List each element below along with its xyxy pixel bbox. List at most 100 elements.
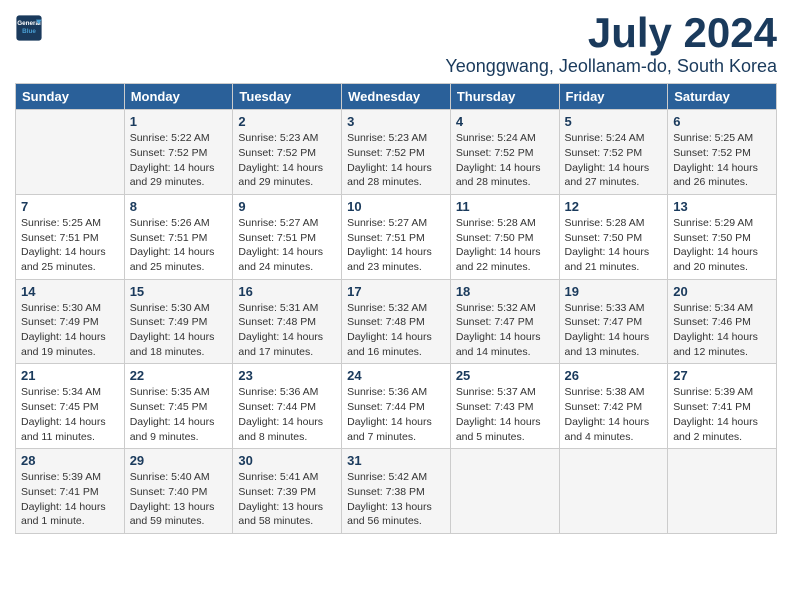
day-info: Sunrise: 5:37 AMSunset: 7:43 PMDaylight:… — [456, 385, 554, 444]
day-info: Sunrise: 5:41 AMSunset: 7:39 PMDaylight:… — [238, 470, 336, 529]
day-info: Sunrise: 5:22 AMSunset: 7:52 PMDaylight:… — [130, 131, 228, 190]
day-number: 9 — [238, 199, 336, 214]
day-info: Sunrise: 5:30 AMSunset: 7:49 PMDaylight:… — [130, 301, 228, 360]
calendar-cell: 25 Sunrise: 5:37 AMSunset: 7:43 PMDayligh… — [450, 364, 559, 449]
day-info: Sunrise: 5:28 AMSunset: 7:50 PMDaylight:… — [456, 216, 554, 275]
calendar-cell: 5Sunrise: 5:24 AMSunset: 7:52 PMDaylight… — [559, 110, 668, 195]
svg-text:Blue: Blue — [22, 28, 36, 35]
calendar-cell: 27Sunrise: 5:39 AMSunset: 7:41 PMDayligh… — [668, 364, 777, 449]
day-info: Sunrise: 5:30 AMSunset: 7:49 PMDaylight:… — [21, 301, 119, 360]
day-number: 4 — [456, 114, 554, 129]
day-number: 19 — [565, 284, 663, 299]
day-info: Sunrise: 5:38 AMSunset: 7:42 PMDaylight:… — [565, 385, 663, 444]
day-number: 23 — [238, 368, 336, 383]
day-number: 13 — [673, 199, 771, 214]
day-number: 12 — [565, 199, 663, 214]
calendar-cell: 23 Sunrise: 5:36 AMSunset: 7:44 PMDayligh… — [233, 364, 342, 449]
day-number: 21 — [21, 368, 119, 383]
day-info: Sunrise: 5:32 AMSunset: 7:48 PMDaylight:… — [347, 301, 445, 360]
day-number: 17 — [347, 284, 445, 299]
day-info: Sunrise: 5:33 AMSunset: 7:47 PMDaylight:… — [565, 301, 663, 360]
day-info: Sunrise: 5:36 AMSunset: 7:44 PMDaylight:… — [347, 385, 445, 444]
day-number: 22 — [130, 368, 228, 383]
day-number: 24 — [347, 368, 445, 383]
day-number: 7 — [21, 199, 119, 214]
calendar-cell: 8 Sunrise: 5:26 AMSunset: 7:51 PMDaylight… — [124, 194, 233, 279]
day-number: 28 — [21, 453, 119, 468]
day-number: 29 — [130, 453, 228, 468]
day-number: 20 — [673, 284, 771, 299]
day-number: 8 — [130, 199, 228, 214]
calendar-week-row: 21Sunrise: 5:34 AMSunset: 7:45 PMDayligh… — [16, 364, 777, 449]
day-info: Sunrise: 5:35 AMSunset: 7:45 PMDaylight:… — [130, 385, 228, 444]
calendar-cell: 11 Sunrise: 5:28 AMSunset: 7:50 PMDayligh… — [450, 194, 559, 279]
day-info: Sunrise: 5:32 AMSunset: 7:47 PMDaylight:… — [456, 301, 554, 360]
month-title: July 2024 — [445, 10, 777, 56]
day-number: 3 — [347, 114, 445, 129]
day-info: Sunrise: 5:28 AMSunset: 7:50 PMDaylight:… — [565, 216, 663, 275]
calendar-cell — [450, 449, 559, 534]
calendar-week-row: 1 Sunrise: 5:22 AMSunset: 7:52 PMDaylight… — [16, 110, 777, 195]
calendar-cell: 31Sunrise: 5:42 AMSunset: 7:38 PMDayligh… — [342, 449, 451, 534]
day-number: 5 — [565, 114, 663, 129]
day-info: Sunrise: 5:27 AMSunset: 7:51 PMDaylight:… — [347, 216, 445, 275]
calendar-cell: 10 Sunrise: 5:27 AMSunset: 7:51 PMDayligh… — [342, 194, 451, 279]
calendar-table: SundayMondayTuesdayWednesdayThursdayFrid… — [15, 83, 777, 534]
weekday-header-tuesday: Tuesday — [233, 84, 342, 110]
day-info: Sunrise: 5:29 AMSunset: 7:50 PMDaylight:… — [673, 216, 771, 275]
weekday-header-friday: Friday — [559, 84, 668, 110]
weekday-header-monday: Monday — [124, 84, 233, 110]
day-number: 26 — [565, 368, 663, 383]
weekday-header-sunday: Sunday — [16, 84, 125, 110]
day-info: Sunrise: 5:27 AMSunset: 7:51 PMDaylight:… — [238, 216, 336, 275]
calendar-cell: 12 Sunrise: 5:28 AMSunset: 7:50 PMDayligh… — [559, 194, 668, 279]
weekday-header-thursday: Thursday — [450, 84, 559, 110]
day-number: 18 — [456, 284, 554, 299]
day-info: Sunrise: 5:40 AMSunset: 7:40 PMDaylight:… — [130, 470, 228, 529]
calendar-week-row: 14 Sunrise: 5:30 AMSunset: 7:49 PMDayligh… — [16, 279, 777, 364]
day-info: Sunrise: 5:23 AMSunset: 7:52 PMDaylight:… — [347, 131, 445, 190]
day-number: 15 — [130, 284, 228, 299]
calendar-cell: 14 Sunrise: 5:30 AMSunset: 7:49 PMDayligh… — [16, 279, 125, 364]
day-number: 10 — [347, 199, 445, 214]
calendar-cell: 17 Sunrise: 5:32 AMSunset: 7:48 PMDayligh… — [342, 279, 451, 364]
day-number: 14 — [21, 284, 119, 299]
day-info: Sunrise: 5:26 AMSunset: 7:51 PMDaylight:… — [130, 216, 228, 275]
logo-icon: General Blue — [15, 14, 43, 42]
day-info: Sunrise: 5:39 AMSunset: 7:41 PMDaylight:… — [21, 470, 119, 529]
calendar-cell — [16, 110, 125, 195]
day-info: Sunrise: 5:23 AMSunset: 7:52 PMDaylight:… — [238, 131, 336, 190]
calendar-cell — [559, 449, 668, 534]
calendar-cell: 28 Sunrise: 5:39 AMSunset: 7:41 PMDayligh… — [16, 449, 125, 534]
calendar-cell: 2 Sunrise: 5:23 AMSunset: 7:52 PMDaylight… — [233, 110, 342, 195]
calendar-cell: 19 Sunrise: 5:33 AMSunset: 7:47 PMDayligh… — [559, 279, 668, 364]
calendar-cell: 3 Sunrise: 5:23 AMSunset: 7:52 PMDaylight… — [342, 110, 451, 195]
logo: General Blue — [15, 14, 45, 42]
day-info: Sunrise: 5:39 AMSunset: 7:41 PMDaylight:… — [673, 385, 771, 444]
calendar-cell: 26 Sunrise: 5:38 AMSunset: 7:42 PMDayligh… — [559, 364, 668, 449]
day-info: Sunrise: 5:42 AMSunset: 7:38 PMDaylight:… — [347, 470, 445, 529]
calendar-body: 1 Sunrise: 5:22 AMSunset: 7:52 PMDaylight… — [16, 110, 777, 534]
day-number: 6 — [673, 114, 771, 129]
calendar-week-row: 28 Sunrise: 5:39 AMSunset: 7:41 PMDayligh… — [16, 449, 777, 534]
calendar-week-row: 7 Sunrise: 5:25 AMSunset: 7:51 PMDaylight… — [16, 194, 777, 279]
day-number: 16 — [238, 284, 336, 299]
calendar-cell: 13 Sunrise: 5:29 AMSunset: 7:50 PMDayligh… — [668, 194, 777, 279]
calendar-cell: 7 Sunrise: 5:25 AMSunset: 7:51 PMDaylight… — [16, 194, 125, 279]
location-title: Yeonggwang, Jeollanam-do, South Korea — [445, 56, 777, 77]
day-number: 2 — [238, 114, 336, 129]
calendar-cell: 1 Sunrise: 5:22 AMSunset: 7:52 PMDaylight… — [124, 110, 233, 195]
calendar-cell: 21Sunrise: 5:34 AMSunset: 7:45 PMDayligh… — [16, 364, 125, 449]
day-info: Sunrise: 5:36 AMSunset: 7:44 PMDaylight:… — [238, 385, 336, 444]
day-number: 25 — [456, 368, 554, 383]
calendar-cell: 30Sunrise: 5:41 AMSunset: 7:39 PMDayligh… — [233, 449, 342, 534]
header: General Blue July 2024 Yeonggwang, Jeoll… — [15, 10, 777, 77]
day-info: Sunrise: 5:25 AMSunset: 7:51 PMDaylight:… — [21, 216, 119, 275]
calendar-cell: 6 Sunrise: 5:25 AMSunset: 7:52 PMDaylight… — [668, 110, 777, 195]
day-info: Sunrise: 5:25 AMSunset: 7:52 PMDaylight:… — [673, 131, 771, 190]
day-info: Sunrise: 5:31 AMSunset: 7:48 PMDaylight:… — [238, 301, 336, 360]
day-info: Sunrise: 5:34 AMSunset: 7:46 PMDaylight:… — [673, 301, 771, 360]
day-number: 1 — [130, 114, 228, 129]
day-number: 11 — [456, 199, 554, 214]
calendar-cell: 4Sunrise: 5:24 AMSunset: 7:52 PMDaylight… — [450, 110, 559, 195]
